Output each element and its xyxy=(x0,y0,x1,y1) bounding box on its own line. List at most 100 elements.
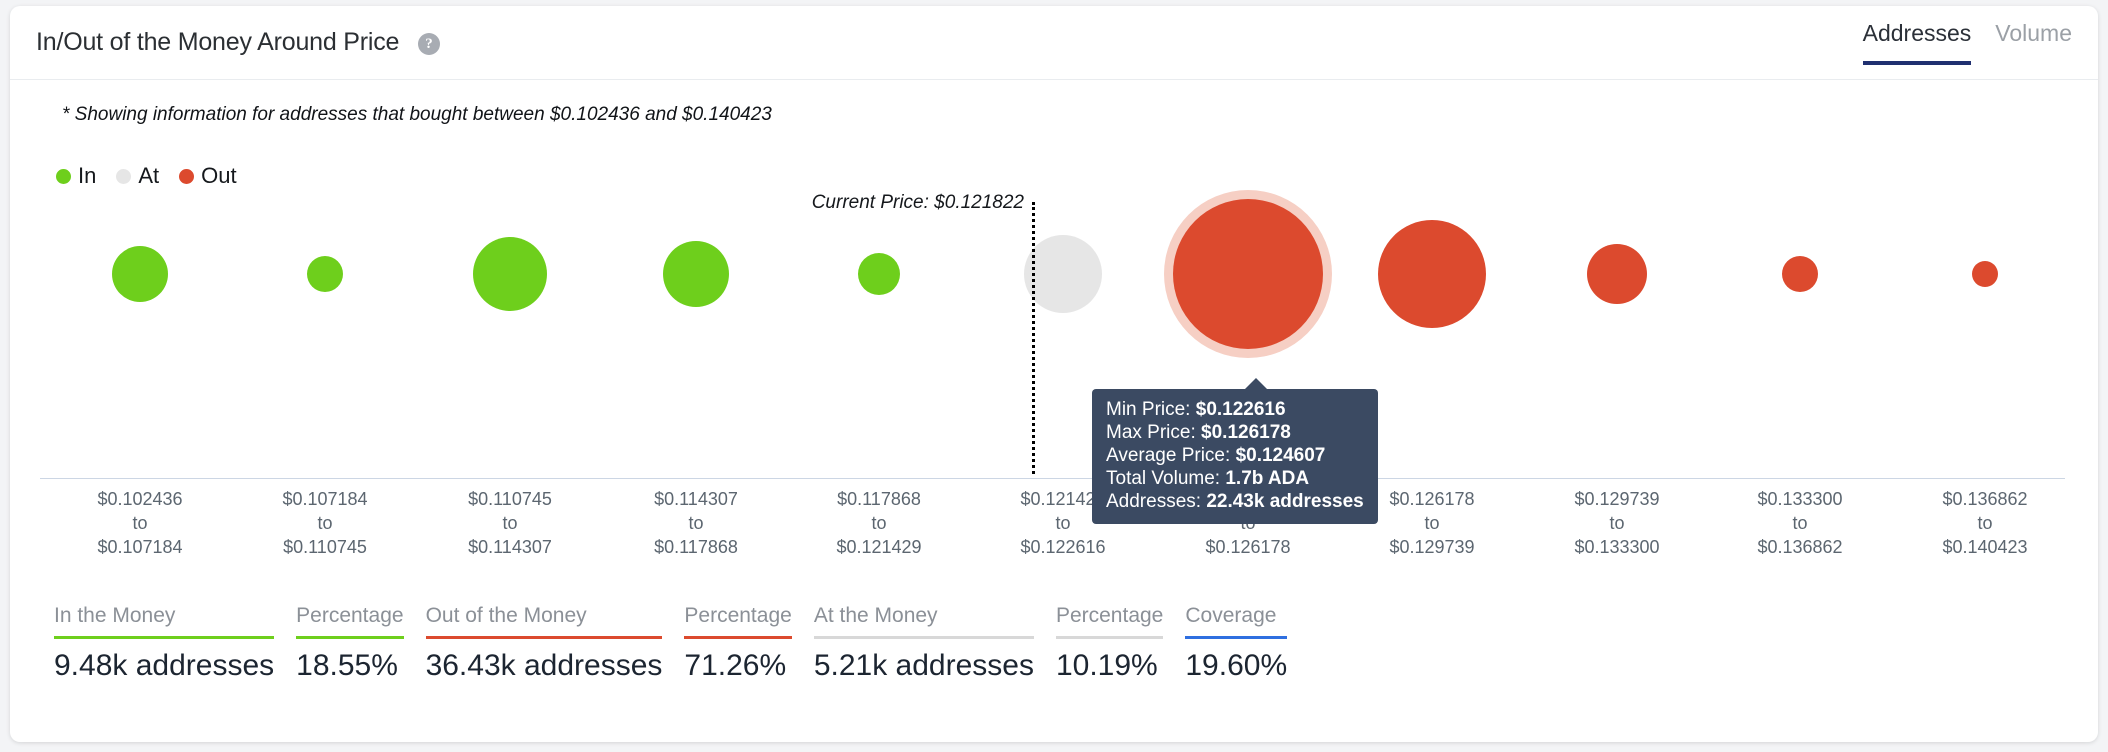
x-axis-label-to: to xyxy=(410,511,610,535)
stat-label: Out of the Money xyxy=(426,604,663,636)
x-axis-line xyxy=(40,478,2065,479)
tooltip-row-1: Max Price: $0.126178 xyxy=(1106,421,1364,444)
chart-legend: In At Out xyxy=(56,163,237,189)
tooltip-row-label: Addresses: xyxy=(1106,491,1206,512)
x-axis-label-to: to xyxy=(1885,511,2085,535)
x-axis-label-to: to xyxy=(779,511,979,535)
bubble-out-10[interactable] xyxy=(1972,261,1998,287)
x-axis-label-max: $0.107184 xyxy=(40,535,240,559)
bubble-in-2[interactable] xyxy=(473,237,547,311)
x-axis-label-to: to xyxy=(40,511,240,535)
current-price-line xyxy=(1032,202,1035,474)
bubble-in-4[interactable] xyxy=(858,253,900,295)
stat-rule xyxy=(814,636,1034,639)
tooltip-row-label: Max Price: xyxy=(1106,422,1201,443)
tooltip-row-value: $0.126178 xyxy=(1201,422,1291,443)
stat-rule xyxy=(1056,636,1163,639)
x-axis-label-min: $0.129739 xyxy=(1517,487,1717,511)
bubble-out-7[interactable] xyxy=(1378,220,1486,328)
tooltip-row-3: Total Volume: 1.7b ADA xyxy=(1106,467,1364,490)
bubble-out-8[interactable] xyxy=(1587,244,1647,304)
legend-item-at[interactable]: At xyxy=(116,163,159,189)
stat-rule xyxy=(426,636,663,639)
tooltip-row-value: 22.43k addresses xyxy=(1206,491,1363,512)
tooltip-arrow-icon xyxy=(1244,378,1268,390)
x-axis-label-min: $0.133300 xyxy=(1700,487,1900,511)
x-axis-label-1: $0.107184to$0.110745 xyxy=(225,487,425,559)
x-axis-label-max: $0.110745 xyxy=(225,535,425,559)
tooltip-row-label: Min Price: xyxy=(1106,399,1196,420)
x-axis-label-8: $0.129739to$0.133300 xyxy=(1517,487,1717,559)
tooltip-row-4: Addresses: 22.43k addresses xyxy=(1106,490,1364,513)
bubble-plot: Current Price: $0.121822 xyxy=(10,202,2098,484)
x-axis-label-to: to xyxy=(1700,511,1900,535)
question-mark-icon[interactable]: ? xyxy=(418,33,440,55)
stat-label: Coverage xyxy=(1185,604,1287,636)
stat-label: In the Money xyxy=(54,604,274,636)
stat-value: 10.19% xyxy=(1056,649,1163,683)
stat-out-of-the-money-2: Out of the Money 36.43k addresses xyxy=(426,604,663,683)
x-axis-label-max: $0.133300 xyxy=(1517,535,1717,559)
stat-percentage-3: Percentage 71.26% xyxy=(684,604,791,683)
range-note: * Showing information for addresses that… xyxy=(62,104,772,126)
page-title: In/Out of the Money Around Price xyxy=(36,28,399,57)
stat-label: Percentage xyxy=(296,604,403,636)
stat-coverage-6: Coverage 19.60% xyxy=(1185,604,1287,683)
stat-rule xyxy=(296,636,403,639)
legend-dot-at-icon xyxy=(116,169,131,184)
tooltip-row-value: $0.122616 xyxy=(1196,399,1286,420)
bubble-out-9[interactable] xyxy=(1782,256,1818,292)
tooltip-row-2: Average Price: $0.124607 xyxy=(1106,444,1364,467)
tab-volume[interactable]: Volume xyxy=(1995,20,2072,65)
tooltip-row-value: $0.124607 xyxy=(1236,445,1326,466)
x-axis-label-9: $0.133300to$0.136862 xyxy=(1700,487,1900,559)
legend-label-in: In xyxy=(78,163,96,189)
bubble-at-5[interactable] xyxy=(1024,235,1102,313)
tooltip-row-0: Min Price: $0.122616 xyxy=(1106,398,1364,421)
x-axis-label-to: to xyxy=(1517,511,1717,535)
x-axis-label-max: $0.122616 xyxy=(963,535,1163,559)
x-axis-label-max: $0.121429 xyxy=(779,535,979,559)
bubble-out-6[interactable] xyxy=(1173,199,1323,349)
legend-dot-in-icon xyxy=(56,169,71,184)
x-axis-label-min: $0.136862 xyxy=(1885,487,2085,511)
tooltip-row-value: 1.7b ADA xyxy=(1225,468,1309,489)
stat-label: Percentage xyxy=(684,604,791,636)
x-axis-label-min: $0.107184 xyxy=(225,487,425,511)
stat-value: 36.43k addresses xyxy=(426,649,663,683)
tab-addresses[interactable]: Addresses xyxy=(1863,20,1972,65)
bubble-in-1[interactable] xyxy=(307,256,343,292)
x-axis-label-4: $0.117868to$0.121429 xyxy=(779,487,979,559)
legend-dot-out-icon xyxy=(179,169,194,184)
stat-rule xyxy=(1185,636,1287,639)
x-axis-label-max: $0.114307 xyxy=(410,535,610,559)
x-axis-label-min: $0.110745 xyxy=(410,487,610,511)
stat-value: 9.48k addresses xyxy=(54,649,274,683)
x-axis-label-max: $0.129739 xyxy=(1332,535,1532,559)
x-axis-label-0: $0.102436to$0.107184 xyxy=(40,487,240,559)
bubble-in-0[interactable] xyxy=(112,246,168,302)
x-axis-label-2: $0.110745to$0.114307 xyxy=(410,487,610,559)
stat-value: 19.60% xyxy=(1185,649,1287,683)
x-axis-label-min: $0.114307 xyxy=(596,487,796,511)
stat-label: Percentage xyxy=(1056,604,1163,636)
legend-item-out[interactable]: Out xyxy=(179,163,236,189)
stat-value: 5.21k addresses xyxy=(814,649,1034,683)
stat-percentage-1: Percentage18.55% xyxy=(296,604,403,683)
x-axis-label-min: $0.102436 xyxy=(40,487,240,511)
stat-label: At the Money xyxy=(814,604,1034,636)
x-axis-label-max: $0.117868 xyxy=(596,535,796,559)
stat-at-the-money-4: At the Money 5.21k addresses xyxy=(814,604,1034,683)
bubble-in-3[interactable] xyxy=(663,241,729,307)
stat-in-the-money-0: In the Money 9.48k addresses xyxy=(54,604,274,683)
legend-item-in[interactable]: In xyxy=(56,163,96,189)
stat-percentage-5: Percentage 10.19% xyxy=(1056,604,1163,683)
tooltip-row-label: Total Volume: xyxy=(1106,468,1225,489)
summary-stats: In the Money 9.48k addresses Percentage18.… xyxy=(54,604,1309,683)
stat-rule xyxy=(54,636,274,639)
x-axis-label-max: $0.136862 xyxy=(1700,535,1900,559)
legend-label-out: Out xyxy=(201,163,236,189)
bubble-tooltip: Min Price: $0.122616Max Price: $0.126178… xyxy=(1092,389,1378,524)
stat-value: 71.26% xyxy=(684,649,791,683)
x-axis-label-to: to xyxy=(596,511,796,535)
